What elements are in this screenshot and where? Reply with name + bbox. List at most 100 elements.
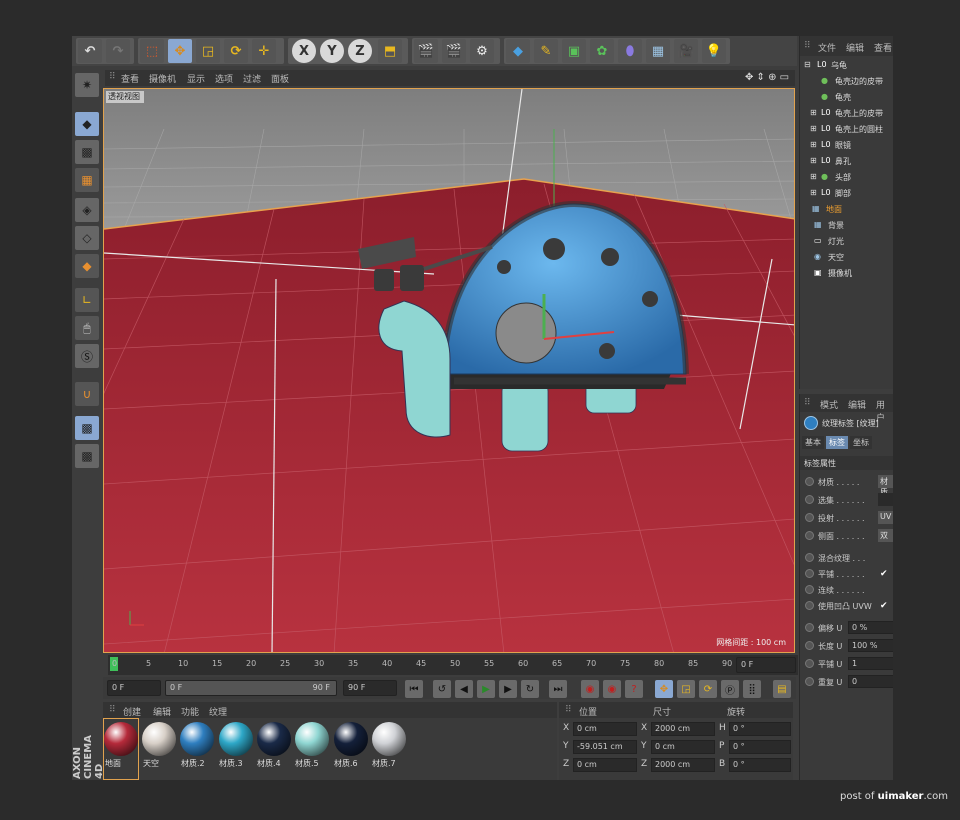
material-ball[interactable] bbox=[104, 722, 138, 756]
object-row[interactable]: ◉ 天空 bbox=[800, 250, 893, 265]
animate-radio[interactable] bbox=[805, 495, 814, 504]
cube-icon[interactable]: ◆ bbox=[506, 39, 530, 63]
axis-mode-icon[interactable]: ∟ bbox=[75, 288, 99, 312]
make-editable-icon[interactable]: ✷ bbox=[75, 73, 99, 97]
object-row[interactable]: ⊟ L0 乌龟 bbox=[800, 58, 893, 73]
magnet-icon[interactable]: ∪ bbox=[75, 382, 99, 406]
key-scale-icon[interactable]: ◲ bbox=[677, 680, 695, 698]
size-x-field[interactable]: 2000 cm bbox=[651, 722, 715, 736]
object-row[interactable]: ⊞ L0 龟壳上的圆柱 bbox=[800, 122, 893, 137]
subdivision-icon[interactable]: ▣ bbox=[562, 39, 586, 63]
viewport-menu-display[interactable]: 显示 bbox=[187, 72, 205, 85]
length-u-field[interactable]: 100 % bbox=[848, 639, 893, 652]
animate-radio[interactable] bbox=[805, 585, 814, 594]
keyframe-help-icon[interactable]: ? bbox=[625, 680, 643, 698]
material-menu-edit[interactable]: 编辑 bbox=[153, 705, 171, 718]
model-mode-icon[interactable]: ◆ bbox=[75, 112, 99, 136]
transform-tool-icon[interactable]: ✛ bbox=[252, 39, 276, 63]
size-z-field[interactable]: 2000 cm bbox=[651, 758, 715, 772]
pos-x-field[interactable]: 0 cm bbox=[573, 722, 637, 736]
tab-basic[interactable]: 基本 bbox=[802, 436, 824, 449]
material-ball[interactable] bbox=[257, 722, 291, 756]
viewport-nav-icons[interactable]: ✥ ⇕ ⊕ ▭ bbox=[745, 72, 789, 83]
animate-radio[interactable] bbox=[805, 601, 814, 610]
material-ball[interactable] bbox=[334, 722, 368, 756]
om-menu-edit[interactable]: 编辑 bbox=[846, 41, 864, 54]
object-row[interactable]: ⊞ L0 龟壳上的皮带 bbox=[800, 106, 893, 121]
light-icon[interactable]: 💡 bbox=[702, 39, 726, 63]
render-settings-icon[interactable]: ⚙ bbox=[470, 39, 494, 63]
key-pla-icon[interactable]: ⣿ bbox=[743, 680, 761, 698]
scale-tool-icon[interactable]: ◲ bbox=[196, 39, 220, 63]
go-to-start-icon[interactable]: ⏮ bbox=[405, 680, 423, 698]
deformer-icon[interactable]: ⬮ bbox=[618, 39, 642, 63]
tab-tag[interactable]: 标签 bbox=[826, 436, 848, 449]
material-ball[interactable] bbox=[295, 722, 329, 756]
offset-u-field[interactable]: 0 % bbox=[848, 621, 893, 634]
polygons-mode-icon[interactable]: ◆ bbox=[75, 254, 99, 278]
viewport-menu-view[interactable]: 查看 bbox=[121, 72, 139, 85]
projection-dropdown[interactable]: UV bbox=[878, 511, 893, 524]
animate-radio[interactable] bbox=[805, 531, 814, 540]
tile-checkbox[interactable]: ✔ bbox=[880, 569, 888, 579]
selection-field[interactable] bbox=[878, 493, 893, 506]
go-to-end-icon[interactable]: ⏭ bbox=[549, 680, 567, 698]
object-row[interactable]: ● 龟壳边的皮带 bbox=[800, 74, 893, 89]
camera-icon[interactable]: 🎥 bbox=[674, 39, 698, 63]
object-row[interactable]: ⊞ L0 眼镜 bbox=[800, 138, 893, 153]
bump-uvw-checkbox[interactable]: ✔ bbox=[880, 601, 888, 611]
undo-icon[interactable]: ↶ bbox=[78, 39, 102, 63]
animate-radio[interactable] bbox=[805, 477, 814, 486]
autokey-icon[interactable]: ◉ bbox=[603, 680, 621, 698]
start-frame-field[interactable]: 0 F bbox=[107, 680, 161, 696]
rot-h-field[interactable]: 0 ° bbox=[729, 722, 791, 736]
object-row[interactable]: ▦ 地面 bbox=[800, 202, 893, 217]
animate-radio[interactable] bbox=[805, 659, 814, 668]
redo-icon[interactable]: ↷ bbox=[106, 39, 130, 63]
animate-radio[interactable] bbox=[805, 513, 814, 522]
timeline-ruler[interactable]: 0 5 10 15 20 25 30 35 40 45 50 55 60 65 … bbox=[108, 655, 798, 675]
tweak-mode-icon[interactable]: 🖱 bbox=[75, 316, 99, 340]
om-menu-view[interactable]: 查看 bbox=[874, 41, 892, 54]
pos-z-field[interactable]: 0 cm bbox=[573, 758, 637, 772]
floor-icon[interactable]: ▦ bbox=[646, 39, 670, 63]
end-frame-field[interactable]: 90 F bbox=[343, 680, 397, 696]
axis-z-button[interactable]: Z bbox=[348, 39, 372, 63]
material-ball[interactable] bbox=[142, 722, 176, 756]
key-position-icon[interactable]: ✥ bbox=[655, 680, 673, 698]
render-view-icon[interactable]: 🎬 bbox=[414, 39, 438, 63]
am-menu-mode[interactable]: 模式 bbox=[820, 398, 838, 411]
next-key-icon[interactable]: ↻ bbox=[521, 680, 539, 698]
expand-icon[interactable]: ⊞ bbox=[810, 172, 817, 181]
material-menu-create[interactable]: 创建 bbox=[123, 705, 141, 718]
am-menu-edit[interactable]: 编辑 bbox=[848, 398, 866, 411]
expand-icon[interactable]: ⊞ bbox=[810, 124, 817, 133]
next-frame-icon[interactable]: ▶ bbox=[499, 680, 517, 698]
expand-icon[interactable]: ⊞ bbox=[810, 188, 817, 197]
coordinate-system-icon[interactable]: ⬒ bbox=[378, 39, 402, 63]
snap-icon[interactable]: Ⓢ bbox=[75, 344, 99, 368]
viewport-menu-cameras[interactable]: 摄像机 bbox=[149, 72, 176, 85]
material-menu-texture[interactable]: 纹理 bbox=[209, 705, 227, 718]
object-row[interactable]: ▣ 摄像机 bbox=[800, 266, 893, 281]
pos-y-field[interactable]: -59.051 cm bbox=[573, 740, 637, 754]
workplane-icon[interactable]: ▦ bbox=[75, 168, 99, 192]
select-tool-icon[interactable]: ⬚ bbox=[140, 39, 164, 63]
cloner-icon[interactable]: ✿ bbox=[590, 39, 614, 63]
om-menu-file[interactable]: 文件 bbox=[818, 41, 836, 54]
material-ball[interactable] bbox=[219, 722, 253, 756]
record-icon[interactable]: ◉ bbox=[581, 680, 599, 698]
texture-mode-icon[interactable]: ▩ bbox=[75, 140, 99, 164]
expand-icon[interactable]: ⊞ bbox=[810, 156, 817, 165]
size-y-field[interactable]: 0 cm bbox=[651, 740, 715, 754]
animate-radio[interactable] bbox=[805, 677, 814, 686]
current-frame-field[interactable]: 0 F bbox=[736, 657, 796, 673]
animate-radio[interactable] bbox=[805, 553, 814, 562]
material-ball[interactable] bbox=[372, 722, 406, 756]
perspective-viewport[interactable]: 透视视图 网格间距 : 100 cm bbox=[103, 88, 795, 653]
object-row[interactable]: ● 龟壳 bbox=[800, 90, 893, 105]
material-menu-function[interactable]: 功能 bbox=[181, 705, 199, 718]
rot-p-field[interactable]: 0 ° bbox=[729, 740, 791, 754]
collapse-icon[interactable]: ⊟ bbox=[804, 60, 811, 69]
axis-x-button[interactable]: X bbox=[292, 39, 316, 63]
